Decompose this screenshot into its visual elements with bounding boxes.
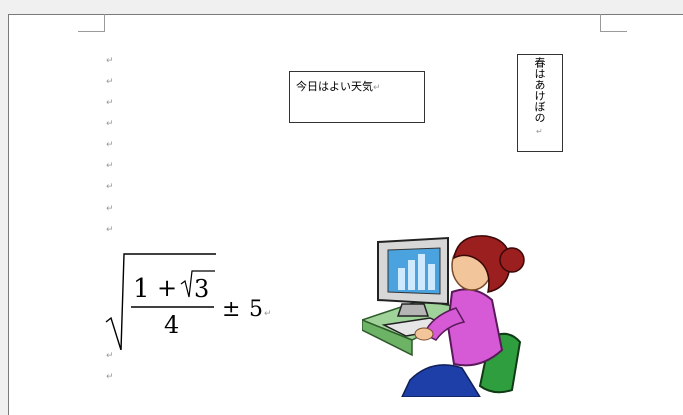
monitor-stand [396,303,430,317]
paragraph-mark: ↵ [106,372,114,382]
hand [414,327,434,341]
paragraph-mark: ↵ [106,225,114,235]
paragraph-mark: ↵ [536,127,543,136]
crop-mark-top-right-horizontal [601,31,627,32]
equation-sqrt-argument: 3 [194,275,209,303]
paragraph-mark: ↵ [106,182,114,192]
equation-plus: + [157,274,177,302]
paragraph-mark: ↵ [264,309,272,319]
crop-mark-top-right-vertical [600,14,601,32]
torso [446,288,504,367]
equation-denominator: 4 [164,311,179,339]
paragraph-mark: ↵ [106,204,114,214]
crop-mark-top-left-horizontal [78,31,104,32]
math-equation[interactable]: 1 + 3 4 ± 5 ↵ [104,250,304,350]
text-box-horizontal[interactable]: 今日はよい天気↵ [289,71,425,123]
text-box-horizontal-text: 今日はよい天気 [296,80,373,93]
text-box-vertical-text: 春はあけぼの [533,57,546,123]
woman-at-computer-illustration[interactable] [362,230,532,397]
paragraph-mark: ↵ [106,119,114,129]
screen-bar [418,254,425,290]
paragraph-mark: ↵ [106,77,114,87]
paragraph-mark: ↵ [373,83,381,93]
screen-bar [398,268,405,290]
crop-mark-top-left-vertical [104,14,105,32]
text-box-vertical[interactable]: 春はあけぼの ↵ [517,54,563,152]
equation-one: 1 [133,274,150,304]
paragraph-mark: ↵ [106,140,114,150]
hair-bun [499,247,525,273]
legs [401,364,481,397]
equation-constant: 5 [249,297,263,322]
paragraph-mark: ↵ [106,56,114,66]
equation-plus-minus: ± [222,297,240,322]
paragraph-mark: ↵ [106,161,114,171]
screen-bar [408,260,415,290]
paragraph-mark: ↵ [106,351,114,361]
paragraph-mark: ↵ [106,98,114,108]
screen-bar [428,264,435,290]
